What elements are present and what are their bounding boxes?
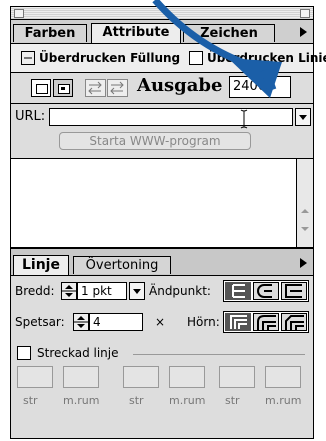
attribute-palette: Farben Attribute Zeichen Überdrucken Fül… xyxy=(10,6,326,439)
url-label: URL: xyxy=(15,109,46,124)
list-area[interactable] xyxy=(11,159,313,247)
url-section: URL: Starta WWW-program xyxy=(11,104,313,158)
spetsar-input[interactable]: 4 xyxy=(89,313,143,331)
streckad-label: Streckad linje xyxy=(37,346,119,360)
screen-mode-button[interactable] xyxy=(31,79,51,97)
palette-titlebar[interactable] xyxy=(11,7,313,20)
corner-bevel-button[interactable] xyxy=(281,313,307,331)
endpoint-round-icon xyxy=(257,284,272,298)
overprint-line-label: Überdrucken Linie xyxy=(207,51,326,65)
collapse-box-icon[interactable] xyxy=(300,9,310,18)
resolution-arrows-icon[interactable] xyxy=(85,79,129,97)
url-dropdown-button[interactable] xyxy=(295,108,311,126)
corner-button-group xyxy=(223,311,309,333)
corner-miter-button[interactable] xyxy=(225,313,251,331)
bredd-input[interactable]: 1 pkt xyxy=(77,282,127,300)
times-symbol: × xyxy=(155,315,166,329)
gap-field[interactable] xyxy=(169,366,205,388)
line-tab-menu-arrow-icon[interactable] xyxy=(295,255,311,271)
gap-label: m.rum xyxy=(63,394,100,407)
close-box-icon[interactable] xyxy=(14,9,24,18)
print-mode-button[interactable] xyxy=(53,79,73,97)
tab-farben-label: Farben xyxy=(24,26,76,41)
endpoint-butt-button[interactable] xyxy=(225,282,251,300)
ausgabe-label: Ausgabe xyxy=(137,75,223,96)
endpoint-square-button[interactable] xyxy=(281,282,307,300)
text-cursor-icon xyxy=(240,109,248,129)
mixed-state-icon xyxy=(24,57,32,59)
screen: Farben Attribute Zeichen Überdrucken Fül… xyxy=(0,0,326,441)
start-www-label: Starta WWW-program xyxy=(89,134,221,148)
streckad-checkbox[interactable] xyxy=(17,346,31,360)
gap-label: m.rum xyxy=(169,394,206,407)
tab-attribute-label: Attribute xyxy=(102,25,170,40)
scroll-up-icon[interactable] xyxy=(299,205,311,217)
gap-field[interactable] xyxy=(265,366,301,388)
streckad-groupline xyxy=(133,354,305,355)
line-settings: Bredd: 1 pkt Ändpunkt: Spetsar: 4 × Hörn… xyxy=(11,276,313,438)
overprint-line-checkbox[interactable] xyxy=(189,51,203,65)
overprint-fill-label: Überdrucken Füllung xyxy=(39,51,181,65)
dash-label: str xyxy=(23,394,38,407)
overprint-row: Überdrucken Füllung Überdrucken Linie xyxy=(11,44,326,72)
overprint-fill-checkbox[interactable] xyxy=(21,51,35,65)
spetsar-label: Spetsar: xyxy=(15,315,65,329)
tab-linje-label: Linje xyxy=(22,257,60,273)
tab-farben[interactable]: Farben xyxy=(13,24,87,42)
top-tab-row: Farben Attribute Zeichen xyxy=(11,20,313,44)
tab-attribute[interactable]: Attribute xyxy=(91,23,181,43)
dash-label: str xyxy=(129,394,144,407)
tab-overtoning-label: Övertoning xyxy=(85,258,159,273)
tab-linje[interactable]: Linje xyxy=(13,255,69,275)
endpoint-square-icon xyxy=(285,284,302,298)
endpoint-butt-icon xyxy=(232,284,245,298)
dash-label: str xyxy=(225,394,240,407)
url-input[interactable] xyxy=(49,108,293,126)
list-scrollbar[interactable] xyxy=(296,159,313,247)
tab-menu-arrow-icon[interactable] xyxy=(295,24,311,40)
start-www-button[interactable]: Starta WWW-program xyxy=(59,132,251,150)
endpoint-round-button[interactable] xyxy=(253,282,279,300)
endpoint-button-group xyxy=(223,280,309,302)
tab-zeichen-label: Zeichen xyxy=(200,26,258,41)
corner-round-button[interactable] xyxy=(253,313,279,331)
dash-field[interactable] xyxy=(17,366,53,388)
scroll-down-icon[interactable] xyxy=(299,223,311,235)
tab-overtoning[interactable]: Övertoning xyxy=(73,256,171,274)
bredd-label: Bredd: xyxy=(15,284,55,298)
horn-label: Hörn: xyxy=(187,315,220,329)
corner-bevel-icon xyxy=(285,315,304,330)
gap-field[interactable] xyxy=(63,366,99,388)
line-tab-row: Linje Övertoning xyxy=(11,249,313,276)
corner-round-icon xyxy=(257,315,276,330)
spetsar-stepper-icon[interactable] xyxy=(73,313,89,331)
ausgabe-input[interactable]: 2400 xyxy=(229,76,291,98)
dash-field[interactable] xyxy=(219,366,255,388)
bredd-stepper-icon[interactable] xyxy=(61,282,77,300)
tab-zeichen[interactable]: Zeichen xyxy=(183,24,275,42)
ausgabe-row: Ausgabe 2400 xyxy=(11,73,313,103)
andpunkt-label: Ändpunkt: xyxy=(149,284,211,298)
gap-label: m.rum xyxy=(265,394,302,407)
bredd-dropdown-button[interactable] xyxy=(129,282,145,300)
dash-field[interactable] xyxy=(123,366,159,388)
corner-miter-icon xyxy=(230,315,247,329)
